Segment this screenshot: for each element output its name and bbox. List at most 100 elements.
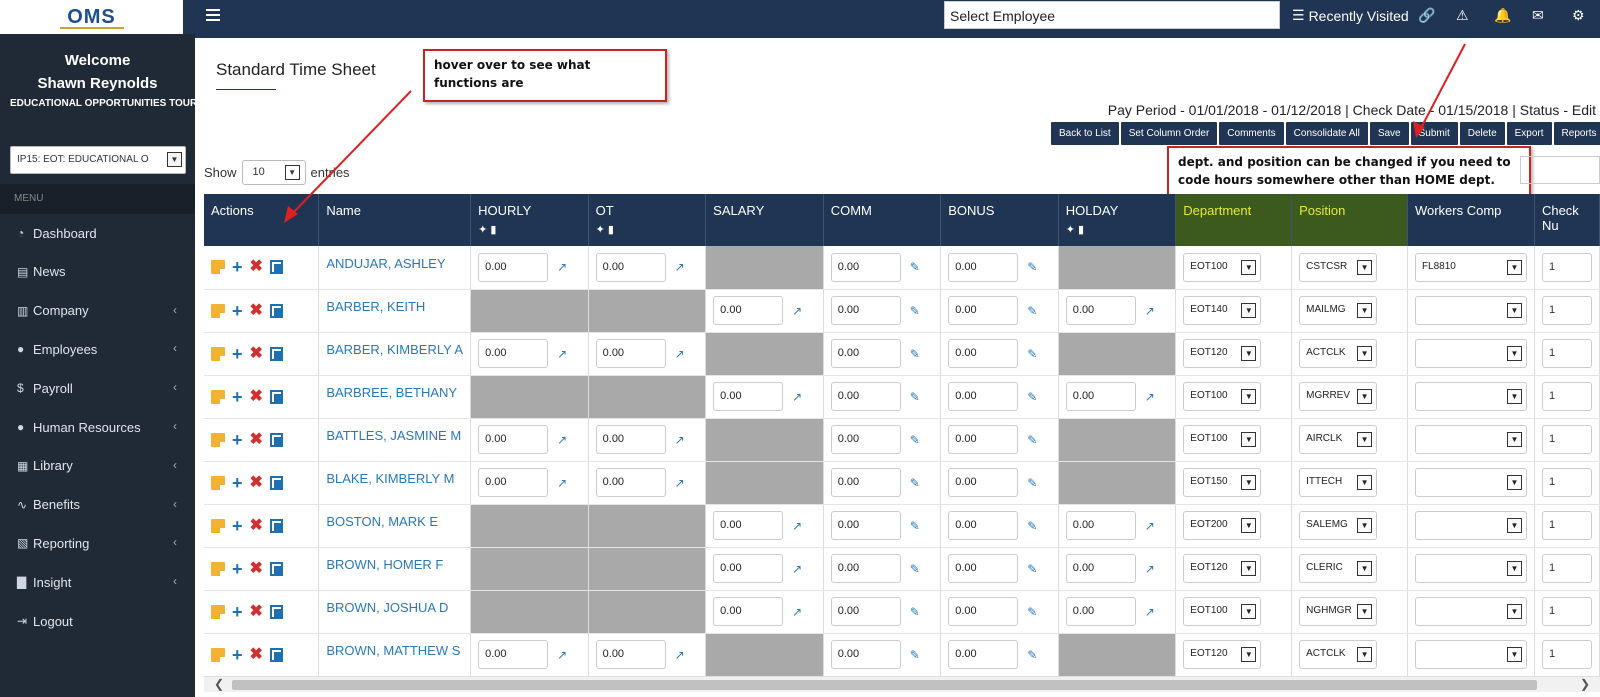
sidebar-item-company[interactable]: ▥ Company ‹: [0, 292, 195, 330]
pencil-icon[interactable]: ✎: [910, 433, 920, 447]
header-department[interactable]: Department: [1175, 194, 1293, 246]
delete-icon[interactable]: ✖: [250, 431, 263, 447]
delete-icon[interactable]: ✖: [250, 302, 263, 318]
check-number-input[interactable]: 1: [1541, 425, 1592, 454]
plus-icon[interactable]: +: [232, 302, 243, 320]
oms-logo[interactable]: OMS: [0, 0, 183, 34]
check-number-input[interactable]: 1: [1541, 296, 1592, 325]
sidebar-item-logout[interactable]: ⇥ Logout: [0, 602, 195, 640]
workers-comp-select[interactable]: ▼: [1414, 468, 1527, 497]
amount-input[interactable]: 0.00: [830, 425, 901, 454]
pencil-icon[interactable]: ✎: [1027, 562, 1037, 576]
header-bonus[interactable]: BONUS: [940, 194, 1059, 246]
plus-icon[interactable]: +: [232, 603, 243, 621]
external-link-icon[interactable]: ↗: [557, 476, 567, 490]
department-select[interactable]: EOT100 ▼: [1183, 252, 1262, 282]
trash-icon[interactable]: ▮: [1078, 224, 1084, 236]
external-link-icon[interactable]: ↗: [792, 562, 802, 576]
pencil-icon[interactable]: ✎: [910, 605, 920, 619]
workers-comp-select[interactable]: ▼: [1414, 425, 1527, 454]
header-salary[interactable]: SALARY: [705, 194, 824, 246]
amount-input[interactable]: 0.00: [713, 296, 784, 325]
select-employee-dropdown[interactable]: Select Employee: [944, 1, 1280, 29]
amount-input[interactable]: 0.00: [713, 511, 784, 540]
external-link-icon[interactable]: ↗: [1145, 519, 1155, 533]
amount-input[interactable]: 0.00: [830, 296, 901, 325]
note-icon[interactable]: [211, 518, 225, 533]
note-icon[interactable]: [211, 260, 225, 275]
position-select[interactable]: CSTCSR ▼: [1299, 252, 1378, 282]
workers-comp-select[interactable]: ▼: [1414, 382, 1527, 411]
position-select[interactable]: ITTECH ▼: [1299, 468, 1378, 497]
sidebar-item-dashboard[interactable]: ◔ Dashboard: [0, 214, 195, 252]
external-link-icon[interactable]: ↗: [1145, 390, 1155, 404]
trash-icon[interactable]: ▮: [608, 224, 614, 236]
employee-name-link[interactable]: BOSTON, MARK E: [326, 514, 463, 529]
amount-input[interactable]: 0.00: [948, 511, 1019, 540]
search-input[interactable]: [1520, 156, 1600, 184]
hamburger-menu-icon[interactable]: [206, 8, 220, 22]
magic-wand-icon[interactable]: ✦: [1066, 224, 1075, 236]
workers-comp-select[interactable]: ▼: [1414, 296, 1527, 325]
gears-icon[interactable]: ⚙: [1572, 7, 1585, 24]
pencil-icon[interactable]: ✎: [910, 519, 920, 533]
workers-comp-select[interactable]: ▼: [1414, 339, 1527, 368]
check-number-input[interactable]: 1: [1541, 511, 1592, 540]
warning-icon[interactable]: ⚠: [1456, 7, 1469, 24]
pencil-icon[interactable]: ✎: [1027, 476, 1037, 490]
sidebar-item-payroll[interactable]: $ Payroll ‹: [0, 369, 195, 407]
plus-icon[interactable]: +: [232, 646, 243, 664]
header-name[interactable]: Name: [318, 194, 472, 246]
check-number-input[interactable]: 1: [1541, 554, 1592, 583]
department-select[interactable]: EOT100 ▼: [1183, 425, 1262, 454]
company-select[interactable]: IP15: EOT: EDUCATIONAL O ▼: [10, 146, 186, 174]
employee-name-link[interactable]: BROWN, HOMER F: [326, 557, 463, 572]
delete-icon[interactable]: ✖: [250, 517, 263, 533]
department-select[interactable]: EOT120 ▼: [1183, 339, 1262, 368]
note-icon[interactable]: [211, 647, 225, 662]
note-icon[interactable]: [211, 604, 225, 619]
pencil-icon[interactable]: ✎: [1027, 433, 1037, 447]
plus-icon[interactable]: +: [232, 431, 243, 449]
position-select[interactable]: CLERIC ▼: [1299, 554, 1378, 583]
external-link-icon[interactable]: ↗: [675, 648, 685, 662]
amount-input[interactable]: 0.00: [1065, 511, 1136, 540]
amount-input[interactable]: 0.00: [948, 425, 1019, 454]
external-link-icon[interactable]: ↗: [557, 648, 567, 662]
plus-icon[interactable]: +: [232, 560, 243, 578]
pencil-icon[interactable]: ✎: [910, 304, 920, 318]
pencil-icon[interactable]: ✎: [1027, 390, 1037, 404]
scroll-thumb[interactable]: [232, 680, 1537, 690]
plus-icon[interactable]: +: [232, 517, 243, 535]
bell-icon[interactable]: 🔔: [1494, 7, 1511, 24]
scroll-left-icon[interactable]: ❮: [214, 677, 224, 691]
workers-comp-select[interactable]: ▼: [1414, 597, 1527, 626]
amount-input[interactable]: 0.00: [948, 382, 1019, 411]
amount-input[interactable]: 0.00: [478, 252, 549, 282]
save-button[interactable]: Save: [1369, 122, 1409, 145]
department-select[interactable]: EOT200 ▼: [1183, 511, 1262, 540]
external-link-icon[interactable]: ↗: [1145, 605, 1155, 619]
amount-input[interactable]: 0.00: [595, 339, 666, 368]
amount-input[interactable]: 0.00: [595, 425, 666, 454]
header-comm[interactable]: COMM: [823, 194, 942, 246]
header-workers-comp[interactable]: Workers Comp: [1407, 194, 1535, 246]
scroll-right-icon[interactable]: ❯: [1580, 677, 1590, 691]
external-link-icon[interactable]: ↗: [675, 476, 685, 490]
back-to-list-button[interactable]: Back to List: [1051, 122, 1119, 145]
delete-icon[interactable]: ✖: [250, 345, 263, 361]
amount-input[interactable]: 0.00: [830, 511, 901, 540]
copy-icon[interactable]: [269, 389, 283, 404]
amount-input[interactable]: 0.00: [478, 339, 549, 368]
pencil-icon[interactable]: ✎: [1027, 648, 1037, 662]
copy-icon[interactable]: [269, 518, 283, 533]
check-number-input[interactable]: 1: [1541, 640, 1592, 669]
delete-icon[interactable]: ✖: [250, 603, 263, 619]
magic-wand-icon[interactable]: ✦: [596, 224, 605, 236]
plus-icon[interactable]: +: [232, 258, 243, 276]
copy-icon[interactable]: [269, 346, 283, 361]
check-number-input[interactable]: 1: [1541, 468, 1592, 497]
position-select[interactable]: ACTCLK ▼: [1299, 339, 1378, 368]
sidebar-item-news[interactable]: ▤ News: [0, 253, 195, 291]
amount-input[interactable]: 0.00: [478, 640, 549, 669]
